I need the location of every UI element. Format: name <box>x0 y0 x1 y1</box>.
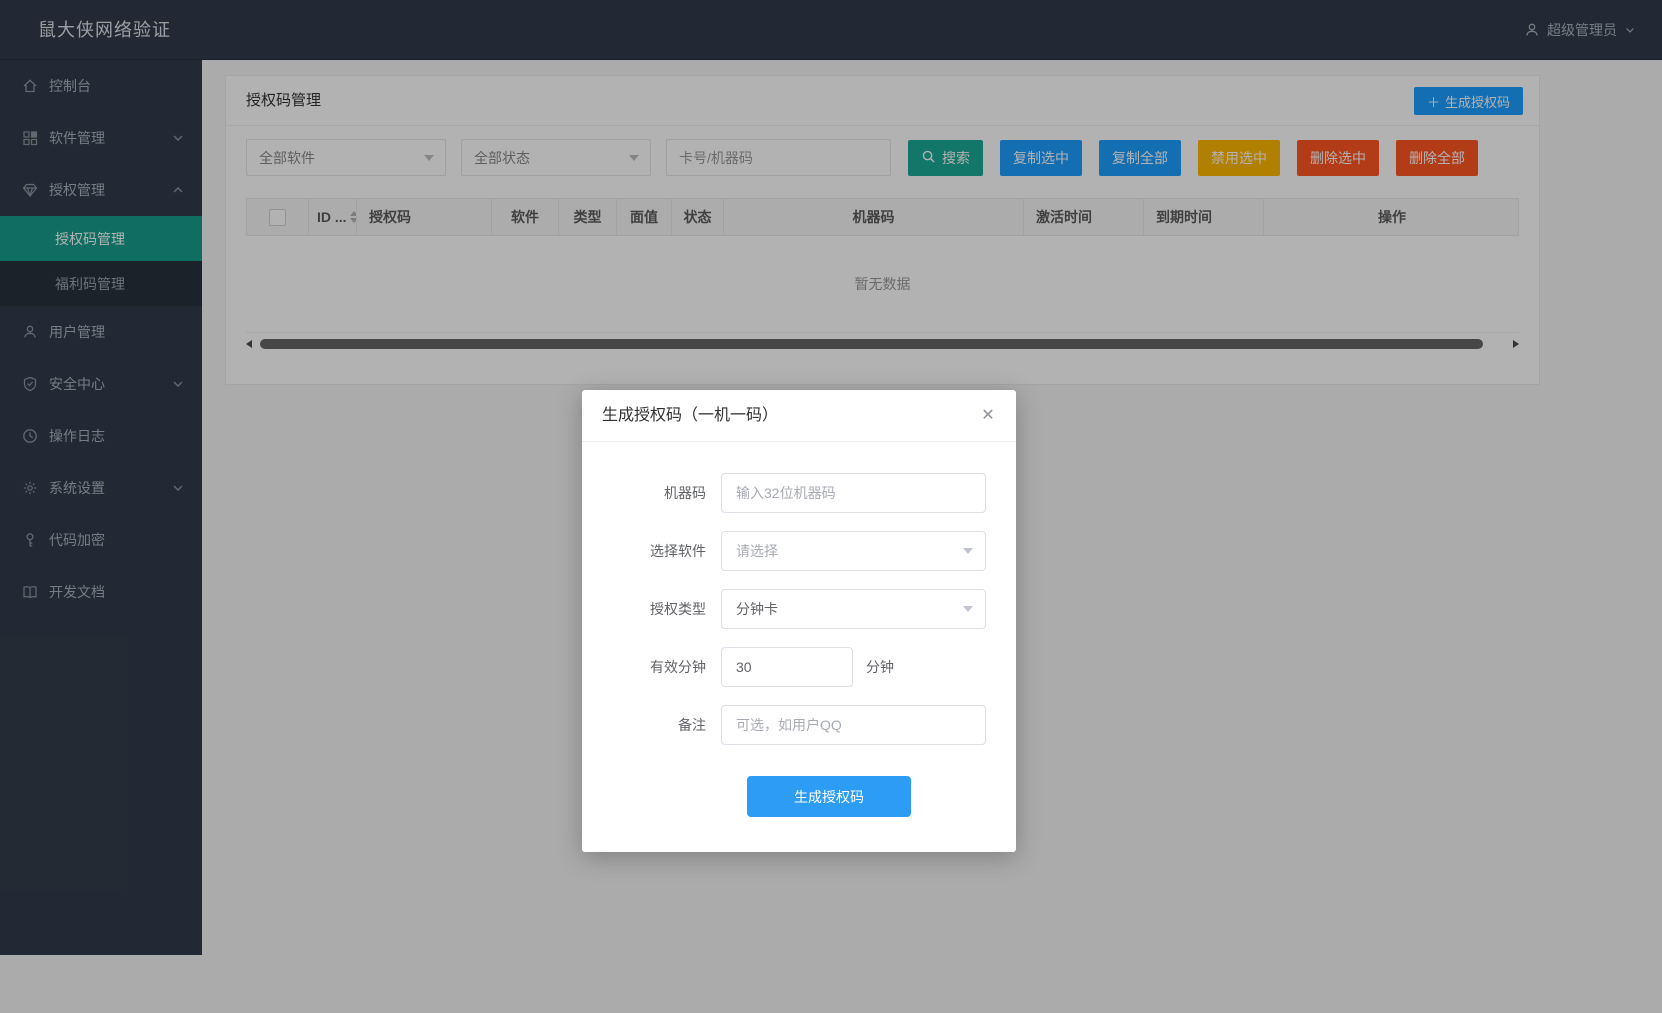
software-select[interactable]: 请选择 <box>721 531 986 571</box>
valid-minutes-suffix: 分钟 <box>866 657 894 677</box>
machine-code-input[interactable] <box>721 473 986 513</box>
remark-label: 备注 <box>582 715 721 735</box>
remark-input[interactable] <box>721 705 986 745</box>
close-icon[interactable]: ✕ <box>976 404 1000 428</box>
auth-type-value: 分钟卡 <box>736 599 778 619</box>
valid-minutes-label: 有效分钟 <box>582 657 721 677</box>
modal-header: 生成授权码（一机一码） ✕ <box>582 390 1016 442</box>
chevron-down-icon <box>963 548 973 554</box>
auth-type-label: 授权类型 <box>582 599 721 619</box>
generate-submit-button[interactable]: 生成授权码 <box>747 776 911 817</box>
app-root: 鼠大侠网络验证 超级管理员 控制台 软件管理 授权管理 <box>0 0 1662 1013</box>
software-select-label: 选择软件 <box>582 541 721 561</box>
machine-code-label: 机器码 <box>582 483 721 503</box>
valid-minutes-input[interactable] <box>721 647 853 687</box>
chevron-down-icon <box>963 606 973 612</box>
modal-title: 生成授权码（一机一码） <box>602 390 778 442</box>
valid-minutes-row: 有效分钟 分钟 <box>582 647 1016 687</box>
auth-type-row: 授权类型 分钟卡 <box>582 589 1016 629</box>
generate-auth-code-modal: 生成授权码（一机一码） ✕ 机器码 选择软件 请选择 授权类型 分钟卡 <box>582 390 1016 852</box>
machine-code-row: 机器码 <box>582 473 1016 513</box>
remark-row: 备注 <box>582 705 1016 745</box>
software-select-row: 选择软件 请选择 <box>582 531 1016 571</box>
auth-type-select[interactable]: 分钟卡 <box>721 589 986 629</box>
software-select-placeholder: 请选择 <box>736 541 778 561</box>
modal-form: 机器码 选择软件 请选择 授权类型 分钟卡 有效分钟 分钟 <box>582 442 1016 745</box>
